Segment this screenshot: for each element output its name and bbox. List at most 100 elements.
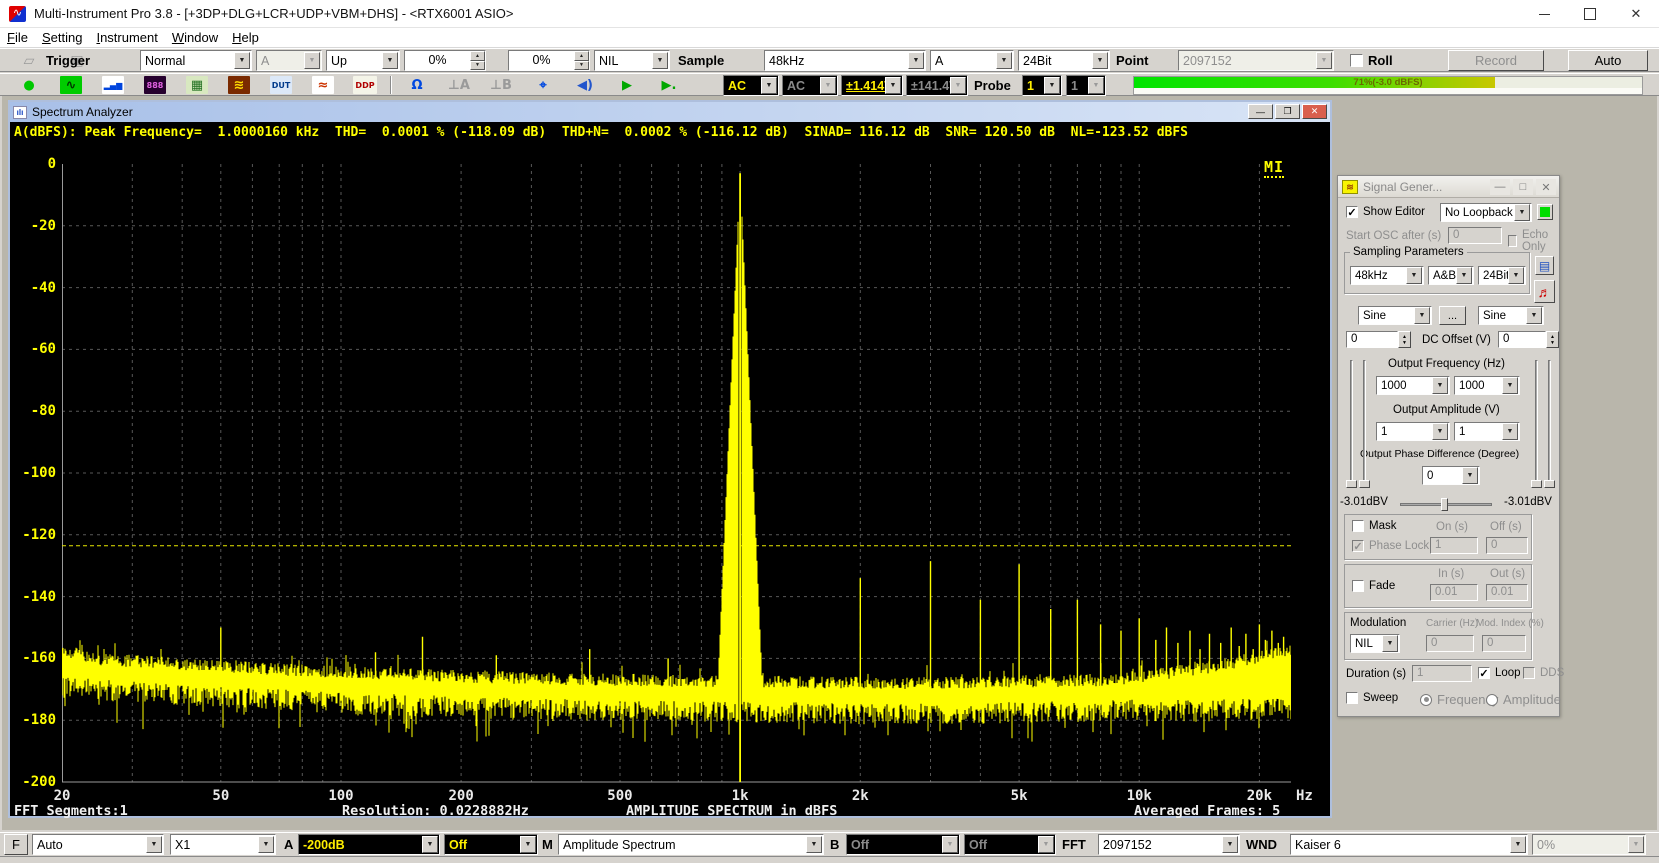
chevron-down-icon [1432,423,1448,440]
spectrum-analyzer-icon[interactable]: ▂▄▆ [95,75,131,95]
menu-instrument[interactable]: Instrument [89,30,164,45]
cursor-b-icon[interactable]: ⊥B [483,75,519,95]
trigger-level-spinner[interactable]: 0%▲▼ [404,50,486,71]
probe-a-select[interactable]: 1 [1022,75,1062,96]
speaker-icon[interactable]: ◀) [567,75,603,95]
signal-generator-titlebar[interactable]: ≋ Signal Gener... — □ ✕ [1338,176,1559,198]
range-a-db-select[interactable]: -200dB [298,834,440,855]
play-b-icon[interactable]: ▶. [651,75,687,95]
gen-sample-rate-select[interactable]: 48kHz [1350,266,1424,285]
gen-bits-select[interactable]: 24Bit [1478,266,1526,285]
panel-minimize-icon[interactable]: — [1490,179,1510,195]
amplitude-b-select[interactable]: 1 [1454,422,1520,441]
open-file-icon[interactable]: ▱ [11,51,47,71]
zoom-select[interactable]: X1 [170,834,276,855]
output-on-button[interactable] [1537,204,1553,220]
phase-select[interactable]: 0 [1422,466,1480,485]
spectrum-window-icon: ılı [13,106,27,119]
balance-handle[interactable] [1441,498,1448,511]
coupling-a-select[interactable]: AC [723,75,779,96]
sample-bits-select[interactable]: 24Bit [1018,50,1110,71]
slider-handle[interactable] [1346,480,1357,488]
amplitude-b-fine-slider[interactable] [1548,360,1551,488]
fft-size-select[interactable]: 2097152 [1098,834,1240,855]
spectrum-3d-plot-icon[interactable]: ≈ [305,75,341,95]
trigger-mode-select[interactable]: Normal [140,50,252,71]
device-test-plan-icon[interactable]: ▦ [179,75,215,95]
slider-handle[interactable] [1531,480,1542,488]
mask-checkbox[interactable]: Mask [1352,520,1396,532]
frequency-b-select[interactable]: 1000 [1454,376,1520,395]
range-a-select[interactable]: ±1.414V [841,75,903,96]
amplitude-a-select[interactable]: 1 [1376,422,1450,441]
spectrum-plot[interactable] [62,164,1291,784]
sample-channel-select[interactable]: A [930,50,1014,71]
waveform-a-select[interactable]: Sine [1358,306,1432,325]
cursor-b-icon: ⊥B [488,76,514,94]
sweep-checkbox[interactable]: Sweep [1346,692,1398,704]
loop-checkbox[interactable]: Loop [1478,667,1521,679]
resolution-text: Resolution: 0.0228882Hz [342,803,529,819]
probe-calibration-icon[interactable]: ⌖ [525,75,561,95]
roll-checkbox[interactable]: Roll [1350,53,1393,68]
gen-channels-select[interactable]: A&B [1428,266,1474,285]
x-axis-select[interactable]: Auto [32,834,164,855]
window-restore-icon[interactable]: ❐ [1275,104,1300,119]
multimeter-icon[interactable]: 888 [137,75,173,95]
oscilloscope-icon[interactable]: ∿ [53,75,89,95]
fade-checkbox[interactable]: Fade [1352,580,1395,592]
amplitude-b-slider[interactable] [1535,360,1538,488]
amplitude-a-fine-slider[interactable] [1363,360,1366,488]
trigger-delay-spinner[interactable]: 0%▲▼ [508,50,590,71]
show-editor-checkbox[interactable]: Show Editor [1346,206,1425,218]
frequency-a-select[interactable]: 1000 [1376,376,1450,395]
spectrum-trace [62,164,1291,784]
play-a-icon[interactable]: ▶ [609,75,645,95]
loopback-select[interactable]: No Loopback [1440,203,1532,222]
dc-a-spinner[interactable]: ▲▼ [1398,331,1411,348]
trigger-edge-select[interactable]: Up [326,50,400,71]
modulation-select[interactable]: NIL [1350,634,1400,653]
close-icon[interactable] [1613,0,1659,28]
ddp-viewer-icon[interactable]: DDP [347,75,383,95]
chevron-down-icon [1432,377,1448,394]
dc-offset-b-input[interactable]: 0 [1498,331,1546,348]
waveform-b-select[interactable]: Sine [1478,306,1544,325]
dut-icon[interactable]: DUT [263,75,299,95]
music-note-icon[interactable]: ♬ [1534,280,1555,303]
processing-a-select[interactable]: Off [444,834,538,855]
cursor-a-icon[interactable]: ⊥A [441,75,477,95]
slider-handle[interactable] [1359,480,1370,488]
panel-close-icon[interactable]: ✕ [1536,179,1556,195]
window-function-select[interactable]: Kaiser 6 [1290,834,1528,855]
chevron-down-icon [234,52,250,69]
f-button[interactable]: F [4,834,28,855]
dc-offset-a-input[interactable]: 0 [1346,331,1398,348]
calibrator-icon[interactable]: Ω [399,75,435,95]
sample-rate-select[interactable]: 48kHz [764,50,926,71]
menu-file[interactable]: File [0,30,35,45]
menu-help[interactable]: Help [225,30,266,45]
window-close-icon[interactable]: ✕ [1302,104,1327,119]
menu-window[interactable]: Window [165,30,225,45]
auto-button[interactable]: Auto [1568,50,1648,71]
spectrum-analyzer-titlebar[interactable]: ılı Spectrum Analyzer — ❐ ✕ [10,102,1330,122]
channel-b-label: B [830,837,839,852]
spectrum-mode-select[interactable]: Amplitude Spectrum [558,834,824,855]
minimize-icon[interactable] [1521,0,1567,28]
trigger-coupling-select[interactable]: NIL [594,50,670,71]
maximize-icon[interactable] [1567,0,1613,28]
run-indicator-icon[interactable]: ● [11,75,47,95]
slider-handle[interactable] [1544,480,1555,488]
menu-setting[interactable]: Setting [35,30,89,45]
y-tick-label: -100 [12,465,56,481]
amplitude-a-slider[interactable] [1350,360,1353,488]
more-button[interactable]: ... [1439,306,1466,325]
duration-label: Duration (s) [1346,668,1406,680]
window-minimize-icon[interactable]: — [1248,104,1273,119]
panel-maximize-icon[interactable]: □ [1513,179,1533,195]
dc-b-spinner[interactable]: ▲▼ [1546,331,1559,348]
app-titlebar[interactable]: ∿ Multi-Instrument Pro 3.8 - [+3DP+DLG+L… [0,0,1659,28]
save-waveform-icon[interactable]: ▤ [1535,256,1554,275]
signal-generator-icon[interactable]: ≋ [221,75,257,95]
